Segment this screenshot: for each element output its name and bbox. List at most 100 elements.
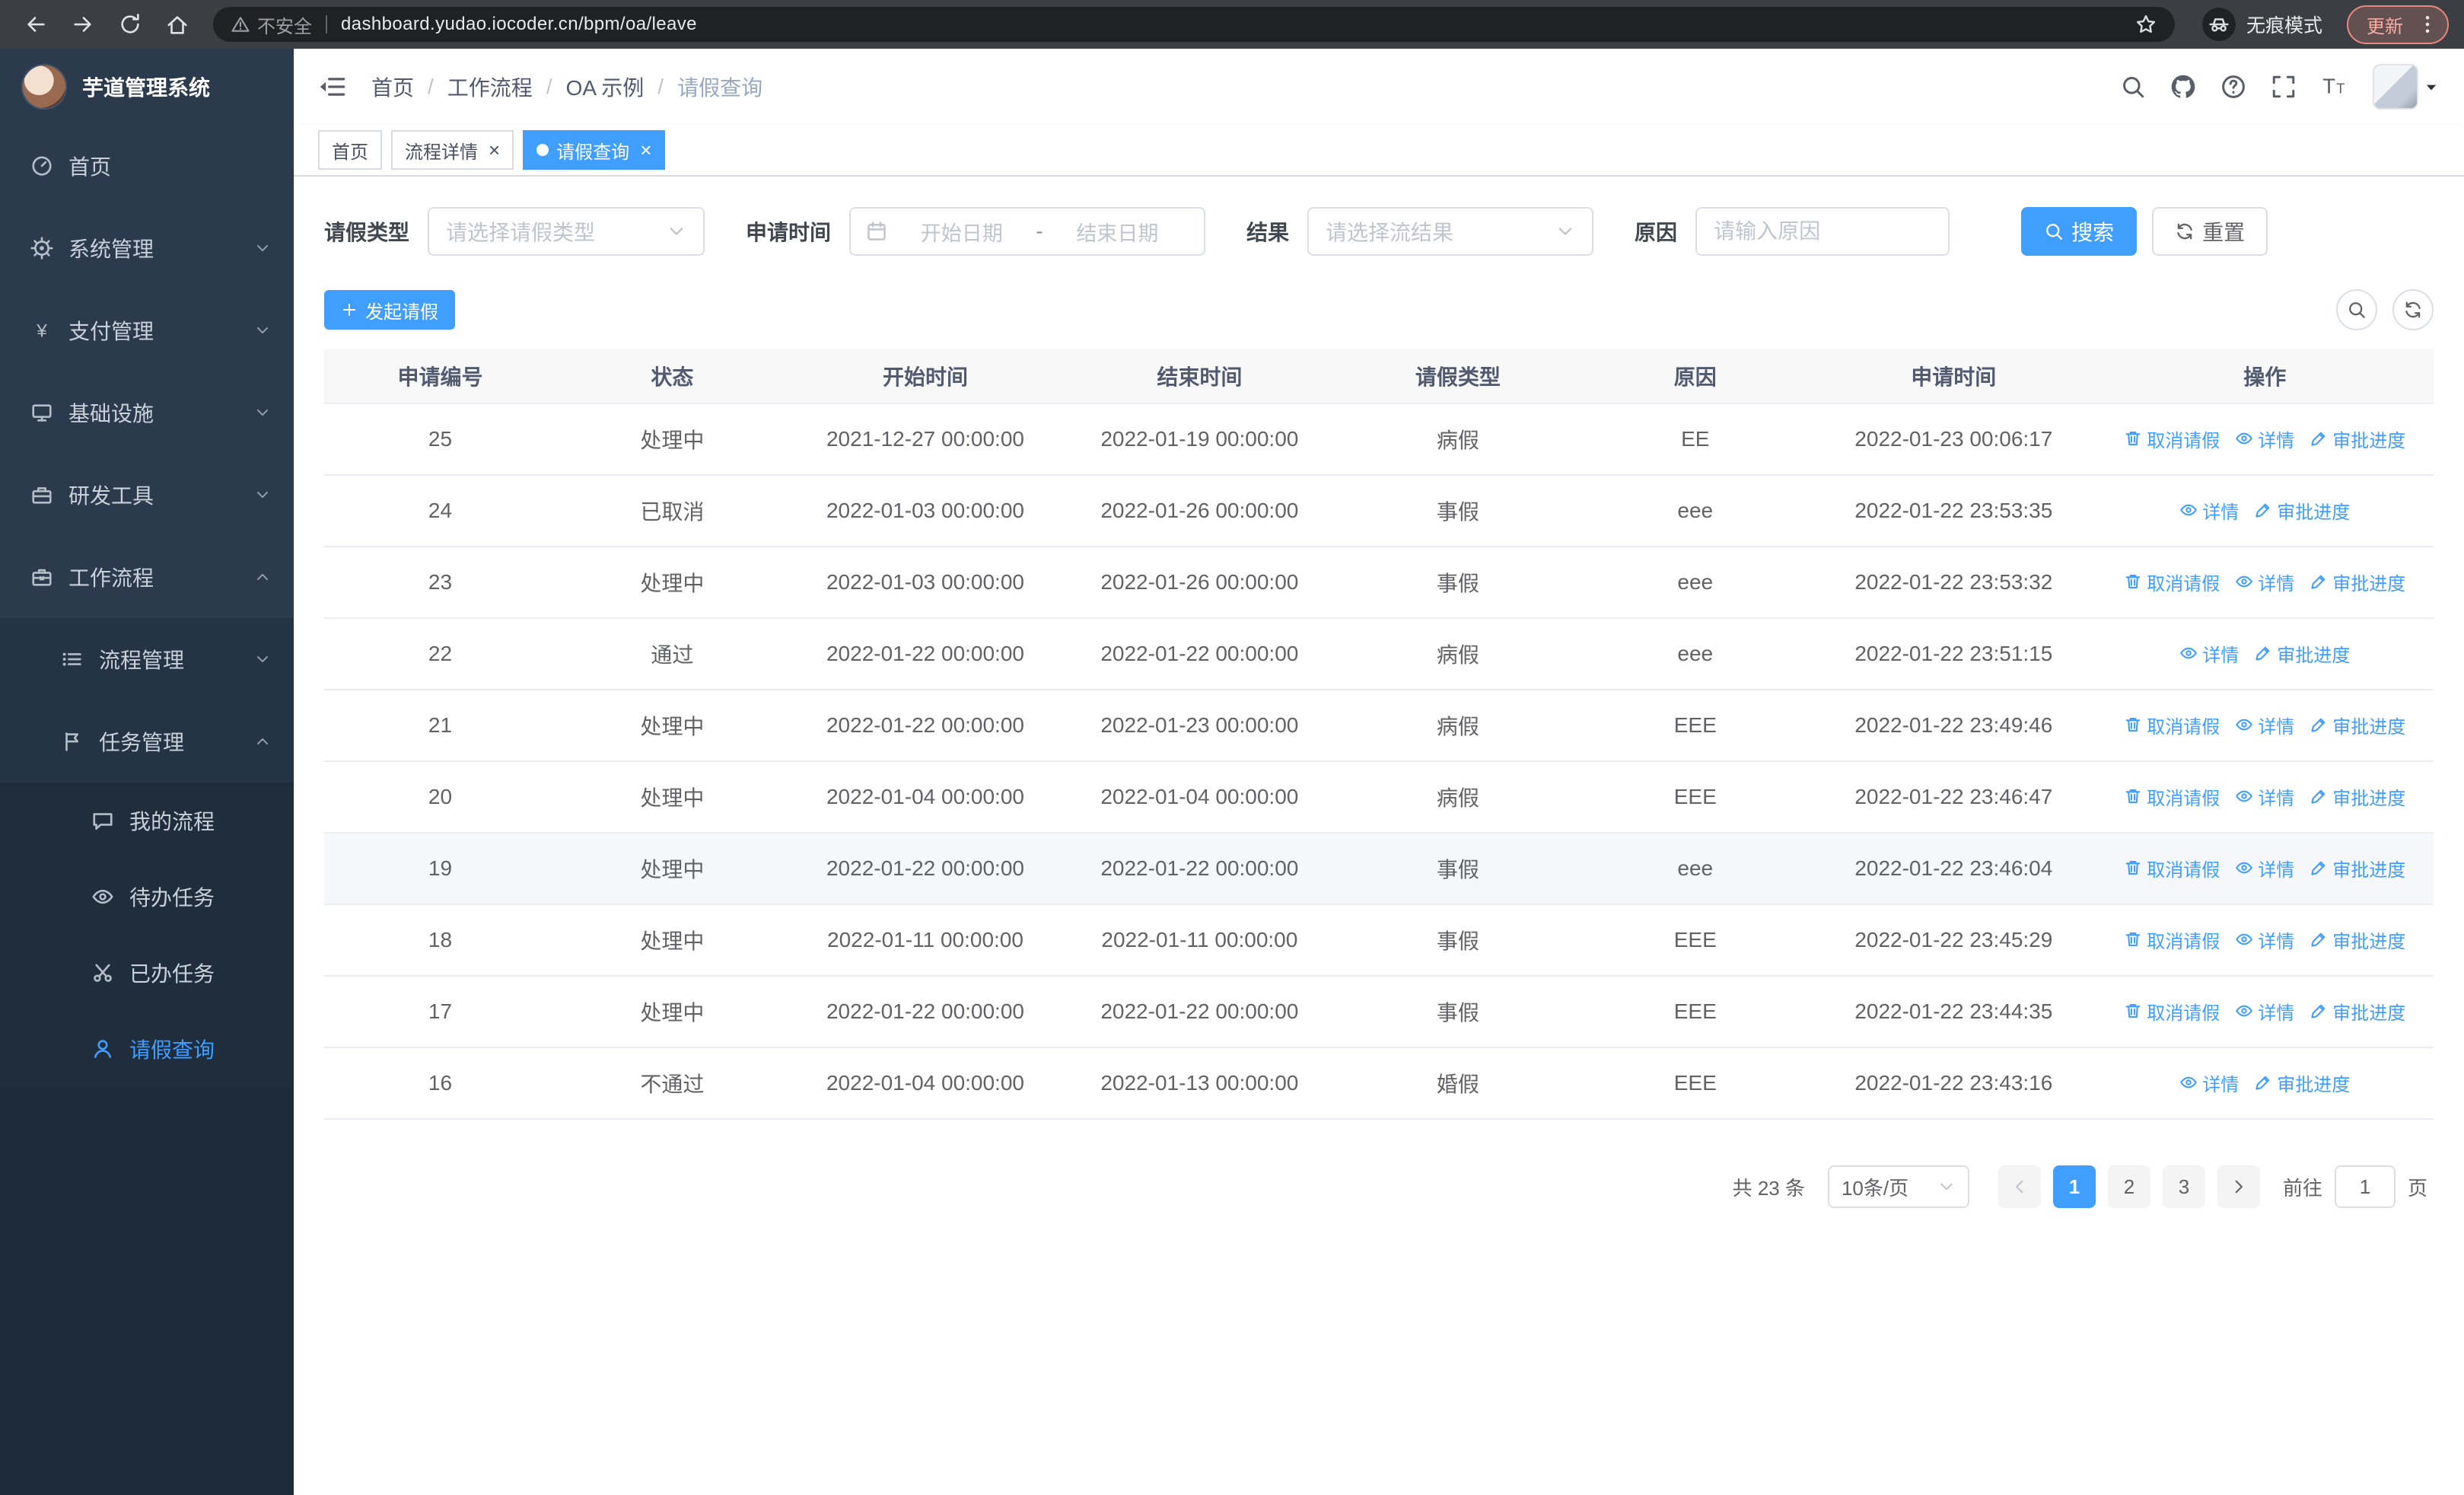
security-warning-icon[interactable] xyxy=(231,15,250,33)
result-label: 结果 xyxy=(1246,221,1290,244)
cell: EEE xyxy=(1579,761,1812,834)
sidebar-item-label: 任务管理 xyxy=(99,731,185,754)
browser-home-icon[interactable] xyxy=(166,13,189,36)
cancel-link[interactable]: 取消请假 xyxy=(2124,426,2220,452)
detail-link[interactable]: 详情 xyxy=(2235,569,2294,595)
sidebar-item-0[interactable]: 首页 xyxy=(0,125,294,207)
goto-page-input[interactable] xyxy=(2334,1165,2396,1208)
detail-link[interactable]: 详情 xyxy=(2235,426,2294,452)
result-placeholder: 请选择流结果 xyxy=(1326,221,1454,244)
breadcrumb-item-1[interactable]: 工作流程 xyxy=(447,72,533,102)
security-warning-label[interactable]: 不安全 xyxy=(257,11,312,38)
user-avatar[interactable] xyxy=(2373,64,2418,110)
column-header-1: 状态 xyxy=(556,349,788,404)
tab-close-icon[interactable]: × xyxy=(489,140,500,160)
create-leave-button[interactable]: 发起请假 xyxy=(324,290,455,330)
page-button-1[interactable]: 1 xyxy=(2052,1165,2096,1208)
tags-view: 首页 流程详情 × 请假查询 × xyxy=(294,125,2464,177)
github-icon[interactable] xyxy=(2170,74,2196,100)
sidebar-collapse-icon[interactable] xyxy=(318,73,345,100)
prev-page-button[interactable] xyxy=(1998,1165,2041,1208)
tab-close-icon[interactable]: × xyxy=(640,140,651,160)
address-bar[interactable]: 不安全 dashboard.yudao.iocoder.cn/bpm/oa/le… xyxy=(213,7,2175,42)
sidebar-item-5[interactable]: 工作流程 xyxy=(0,536,294,618)
sidebar-item-2[interactable]: ¥ 支付管理 xyxy=(0,289,294,371)
cancel-link[interactable]: 取消请假 xyxy=(2124,926,2220,953)
column-header-2: 开始时间 xyxy=(788,349,1063,404)
search-button[interactable]: 搜索 xyxy=(2021,207,2138,256)
sidebar-item-7[interactable]: 任务管理 xyxy=(0,700,294,783)
detail-link[interactable]: 详情 xyxy=(2179,640,2239,667)
cancel-link[interactable]: 取消请假 xyxy=(2124,998,2220,1025)
browser-reload-icon[interactable] xyxy=(119,13,142,36)
progress-link[interactable]: 审批进度 xyxy=(2254,640,2350,667)
progress-link[interactable]: 审批进度 xyxy=(2310,569,2405,595)
cancel-link[interactable]: 取消请假 xyxy=(2124,783,2220,810)
result-select[interactable]: 请选择流结果 xyxy=(1307,207,1594,256)
reset-button[interactable]: 重置 xyxy=(2152,207,2268,256)
reason-input[interactable] xyxy=(1695,207,1950,256)
leave-type-select[interactable]: 请选择请假类型 xyxy=(428,207,705,256)
cancel-link[interactable]: 取消请假 xyxy=(2124,855,2220,881)
toggle-search-button[interactable] xyxy=(2336,289,2377,330)
sidebar-menu: 首页 系统管理 ¥ 支付管理 基础设施 研发工具 工作流程 流程管理任务管理我的流程待办任务已… xyxy=(0,125,294,1495)
cell: 19 xyxy=(324,833,556,905)
progress-link[interactable]: 审批进度 xyxy=(2310,926,2405,953)
cell: 18 xyxy=(324,904,556,977)
sidebar-item-3[interactable]: 基础设施 xyxy=(0,371,294,454)
refresh-table-button[interactable] xyxy=(2392,289,2434,330)
sidebar-item-1[interactable]: 系统管理 xyxy=(0,207,294,289)
progress-link[interactable]: 审批进度 xyxy=(2310,998,2405,1025)
breadcrumb-item-2[interactable]: OA 示例 xyxy=(566,72,645,102)
sidebar-item-9[interactable]: 待办任务 xyxy=(0,859,294,935)
breadcrumb-item-0[interactable]: 首页 xyxy=(371,72,414,102)
eyeop-icon xyxy=(2235,787,2253,805)
progress-link[interactable]: 审批进度 xyxy=(2254,497,2350,524)
table-row-17: 17 处理中 2022-01-22 00:00:00 2022-01-22 00:00… xyxy=(324,976,2434,1048)
browser-update-button[interactable]: 更新 xyxy=(2347,5,2449,44)
sidebar-item-10[interactable]: 已办任务 xyxy=(0,935,294,1011)
bookmark-star-icon[interactable] xyxy=(2135,14,2157,35)
progress-link[interactable]: 审批进度 xyxy=(2310,426,2405,452)
progress-link[interactable]: 审批进度 xyxy=(2310,712,2405,738)
browser-forward-icon[interactable] xyxy=(72,13,94,36)
tab-0[interactable]: 首页 xyxy=(318,130,382,170)
next-page-button[interactable] xyxy=(2217,1165,2260,1208)
progress-link[interactable]: 审批进度 xyxy=(2254,1069,2350,1096)
sidebar-item-11[interactable]: 请假查询 xyxy=(0,1011,294,1087)
user-menu-caret-icon[interactable] xyxy=(2423,79,2440,96)
cell: 2022-01-22 23:45:29 xyxy=(1811,904,2096,977)
progress-link[interactable]: 审批进度 xyxy=(2310,855,2405,881)
sidebar-item-4[interactable]: 研发工具 xyxy=(0,454,294,536)
fullscreen-icon[interactable] xyxy=(2271,74,2297,100)
detail-link[interactable]: 详情 xyxy=(2235,998,2294,1025)
apply-time-range-picker[interactable]: 开始日期 - 结束日期 xyxy=(849,207,1206,256)
sidebar-item-6[interactable]: 流程管理 xyxy=(0,618,294,700)
detail-link[interactable]: 详情 xyxy=(2235,926,2294,953)
font-size-icon[interactable]: TT xyxy=(2321,74,2347,100)
page-button-3[interactable]: 3 xyxy=(2162,1165,2205,1208)
sidebar-item-label: 待办任务 xyxy=(129,886,215,910)
header-search-icon[interactable] xyxy=(2120,74,2146,100)
help-icon[interactable] xyxy=(2220,74,2246,100)
detail-link[interactable]: 详情 xyxy=(2235,783,2294,810)
detail-link[interactable]: 详情 xyxy=(2235,712,2294,738)
cell: 事假 xyxy=(1336,475,1580,547)
browser-menu-icon[interactable] xyxy=(2417,14,2438,35)
detail-link[interactable]: 详情 xyxy=(2179,497,2239,524)
cancel-link[interactable]: 取消请假 xyxy=(2124,569,2220,595)
page-size-select[interactable]: 10条/页 xyxy=(1827,1165,1969,1208)
cell: 16 xyxy=(324,1047,556,1120)
detail-link-label: 详情 xyxy=(2258,716,2295,738)
tab-2[interactable]: 请假查询 × xyxy=(523,130,666,170)
cancel-link[interactable]: 取消请假 xyxy=(2124,712,2220,738)
detail-link[interactable]: 详情 xyxy=(2235,855,2294,881)
tab-1[interactable]: 流程详情 × xyxy=(391,130,514,170)
page-button-2[interactable]: 2 xyxy=(2107,1165,2150,1208)
app-logo[interactable]: 芋道管理系统 xyxy=(0,49,294,125)
detail-link[interactable]: 详情 xyxy=(2179,1069,2239,1096)
progress-link[interactable]: 审批进度 xyxy=(2310,783,2405,810)
browser-back-icon[interactable] xyxy=(24,13,47,36)
cancel-link-label: 取消请假 xyxy=(2147,430,2220,451)
sidebar-item-8[interactable]: 我的流程 xyxy=(0,783,294,859)
